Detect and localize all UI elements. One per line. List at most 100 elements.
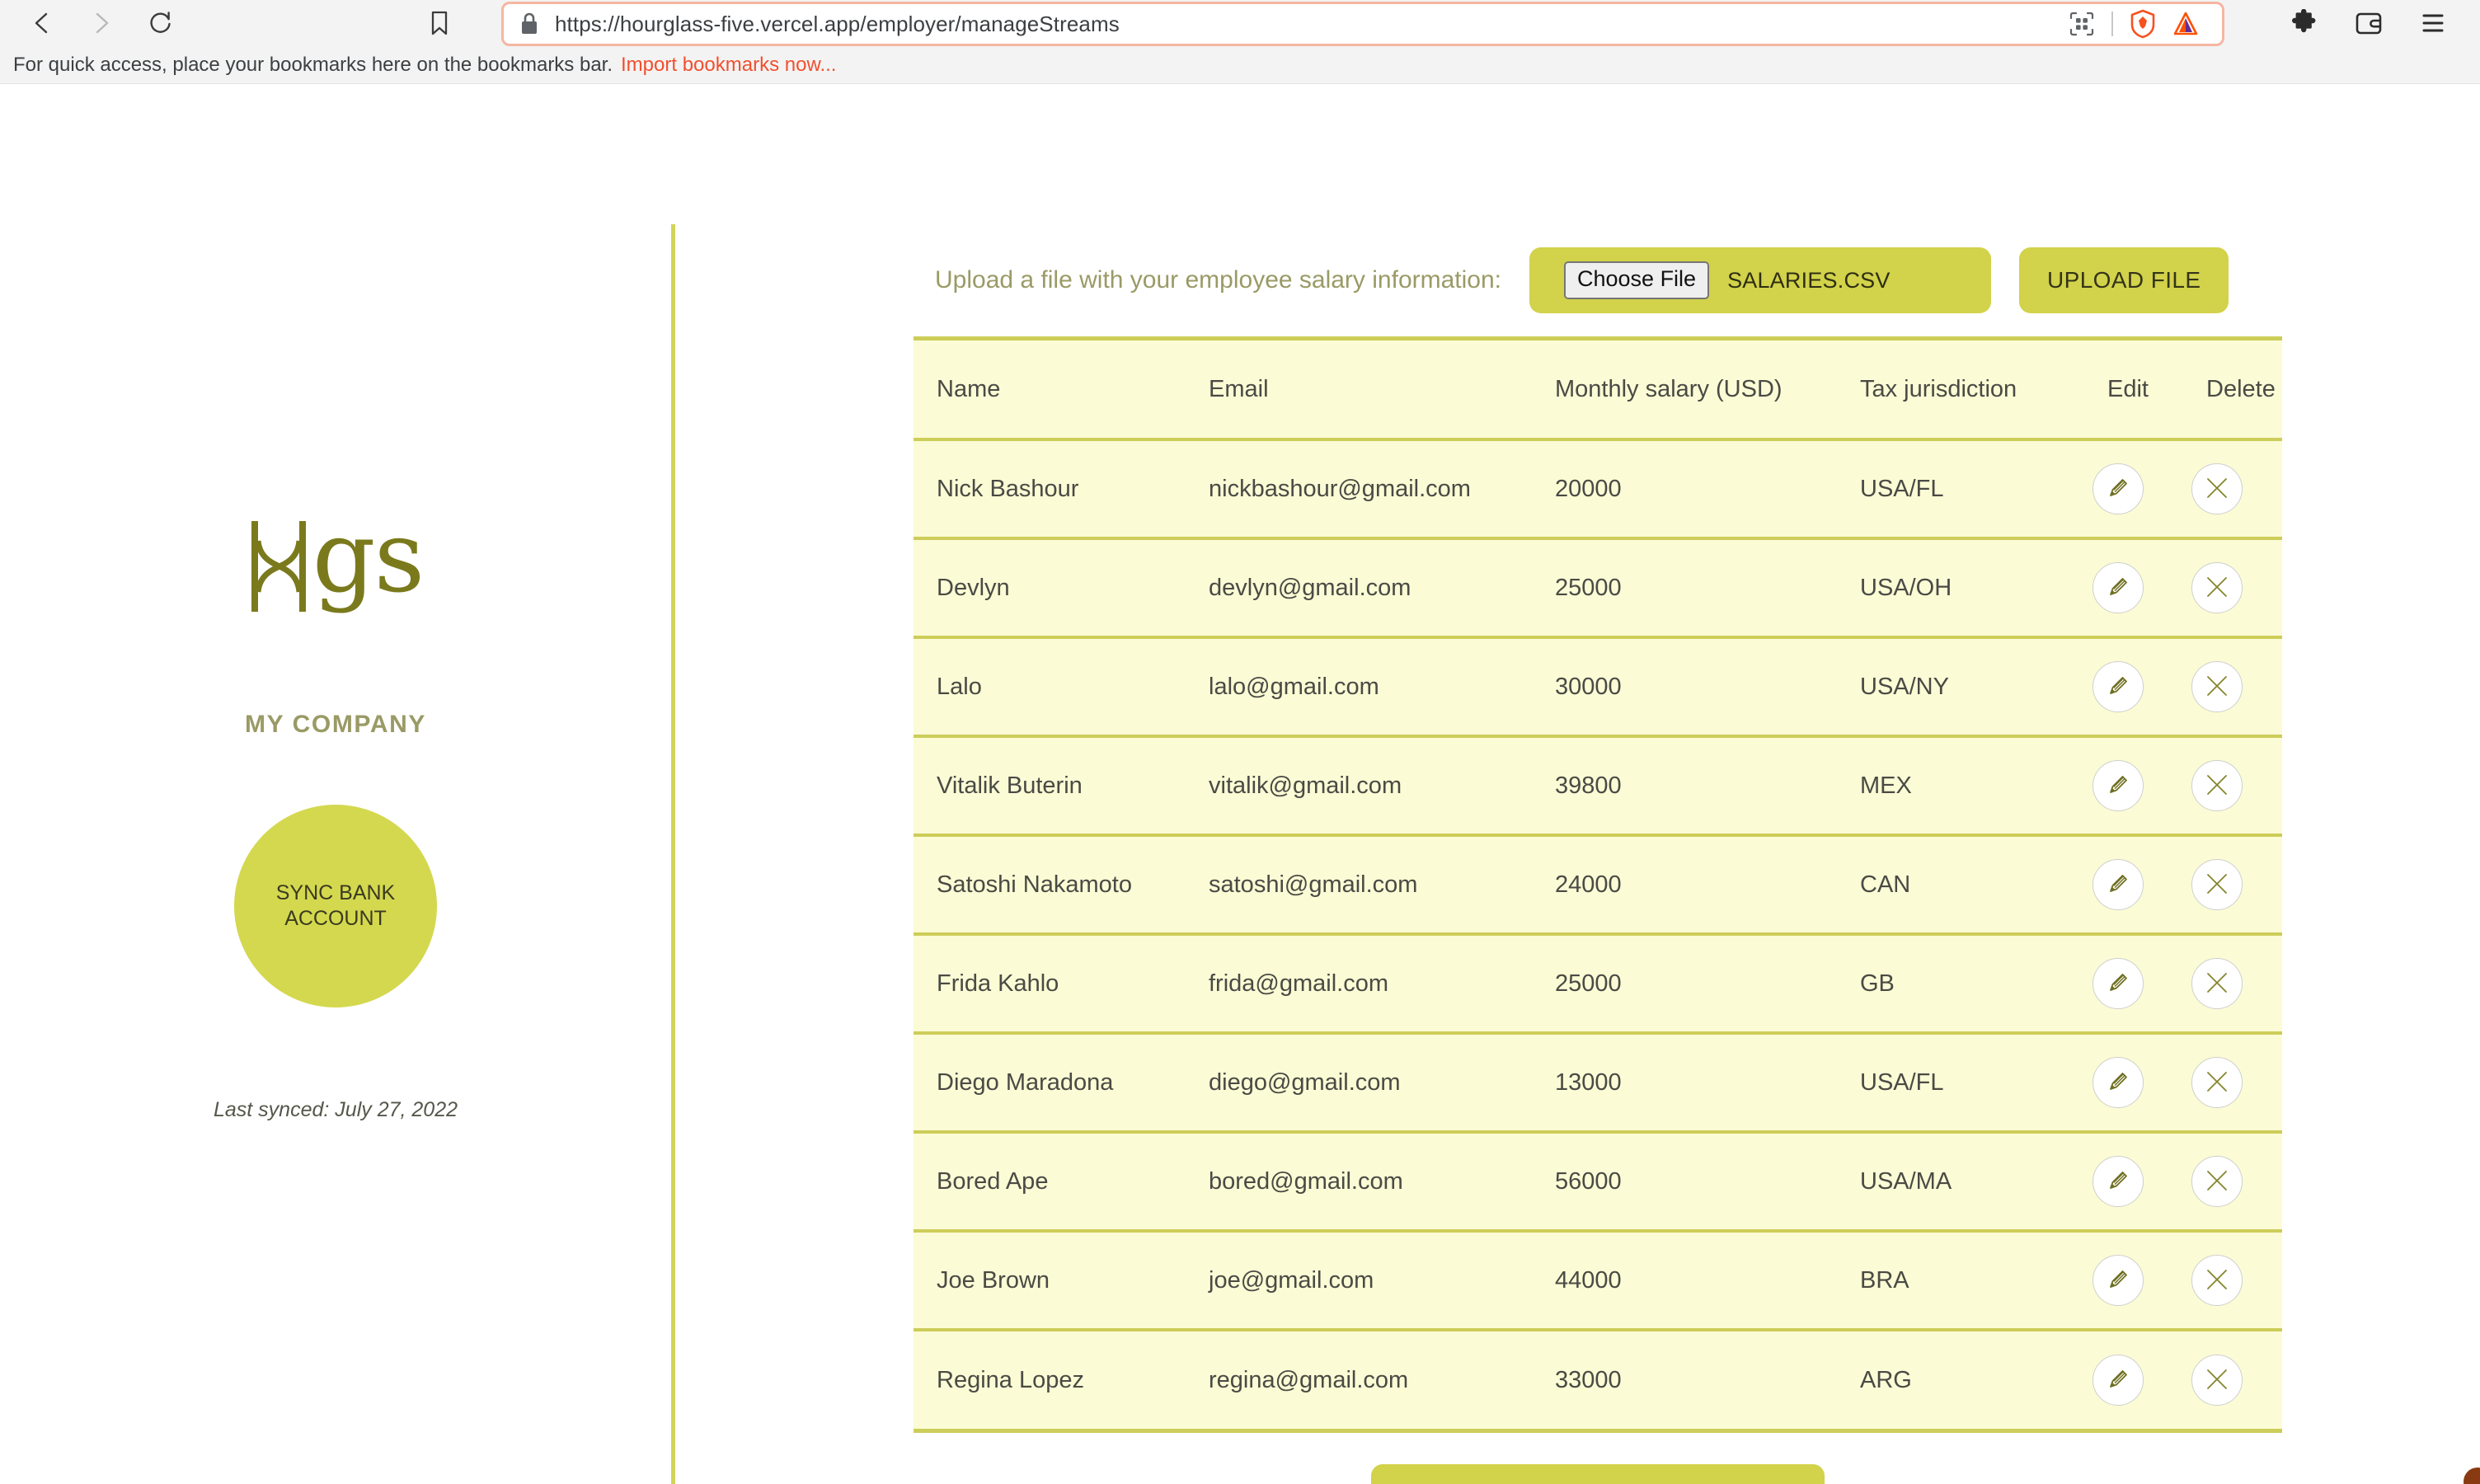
cell-tax: USA/MA [1837, 1132, 2084, 1233]
edit-row-button[interactable] [2092, 1255, 2144, 1306]
choose-file-button[interactable]: Choose File [1564, 261, 1710, 299]
pencil-icon [2104, 1365, 2132, 1396]
column-header-delete: Delete [2183, 340, 2282, 441]
delete-row-button[interactable] [2191, 463, 2243, 514]
table-row: Joe Brown joe@gmail.com 44000 BRA [914, 1231, 2282, 1331]
edit-row-button[interactable] [2092, 463, 2144, 514]
import-bookmarks-link[interactable]: Import bookmarks now... [621, 54, 836, 77]
lock-icon [519, 12, 540, 36]
brave-shield-icon[interactable] [2121, 4, 2164, 44]
column-header-salary: Monthly salary (USD) [1532, 340, 1837, 441]
cell-edit [2084, 736, 2183, 837]
table-row: Regina Lopez regina@gmail.com 33000 ARG [914, 1330, 2282, 1429]
close-x-icon [2202, 1166, 2232, 1198]
edit-row-button[interactable] [2092, 859, 2144, 910]
table-row: Devlyn devlyn@gmail.com 25000 USA/OH [914, 538, 2282, 639]
table-row: Frida Kahlo frida@gmail.com 25000 GB [914, 934, 2282, 1035]
cell-name: Nick Bashour [914, 439, 1186, 540]
cell-delete [2183, 439, 2282, 540]
cell-delete [2183, 1033, 2282, 1134]
cell-salary: 25000 [1532, 934, 1837, 1035]
cell-email: joe@gmail.com [1186, 1231, 1532, 1331]
cell-tax: GB [1837, 934, 2084, 1035]
delete-row-button[interactable] [2191, 562, 2243, 613]
cell-delete [2183, 1132, 2282, 1233]
navigation-buttons [26, 7, 176, 39]
cell-salary: 25000 [1532, 538, 1837, 639]
edit-row-button[interactable] [2092, 1156, 2144, 1207]
pencil-icon [2104, 1266, 2132, 1296]
selected-file-name: SALARIES.CSV [1727, 267, 1891, 293]
hourglass-h-icon [248, 518, 311, 613]
delete-row-button[interactable] [2191, 958, 2243, 1009]
delete-row-button[interactable] [2191, 859, 2243, 910]
column-header-edit: Edit [2084, 340, 2183, 441]
cell-name: Vitalik Buterin [914, 736, 1186, 837]
menu-hamburger-icon[interactable] [2416, 6, 2450, 40]
cell-name: Satoshi Nakamoto [914, 835, 1186, 936]
edit-row-button[interactable] [2092, 661, 2144, 712]
cell-tax: ARG [1860, 1366, 1912, 1393]
table-row: Nick Bashour nickbashour@gmail.com 20000 US… [914, 439, 2282, 540]
table-body: Nick Bashour nickbashour@gmail.com 20000 US… [914, 439, 2282, 1429]
delete-row-button[interactable] [2191, 1255, 2243, 1306]
cell-delete [2183, 538, 2282, 639]
edit-row-button[interactable] [2092, 958, 2144, 1009]
edit-row-button[interactable] [2092, 760, 2144, 811]
cell-email: diego@gmail.com [1186, 1033, 1532, 1134]
cell-delete [2183, 736, 2282, 837]
main-content: Upload a file with your employee salary … [671, 224, 2480, 1484]
delete-row-button[interactable] [2191, 661, 2243, 712]
cell-salary: 13000 [1532, 1033, 1837, 1134]
edit-row-button[interactable] [2092, 1355, 2144, 1406]
cell-salary: 39800 [1532, 736, 1837, 837]
column-header-name: Name [914, 340, 1186, 441]
delete-row-button[interactable] [2191, 1057, 2243, 1108]
pencil-icon [2104, 771, 2132, 801]
extensions-puzzle-icon[interactable] [2287, 6, 2322, 40]
logo-text: gs [312, 500, 425, 615]
cell-edit [2084, 835, 2183, 936]
bookmarks-bar: For quick access, place your bookmarks h… [0, 46, 2480, 84]
bookmark-icon[interactable] [424, 7, 455, 39]
table-header-row: Name Email Monthly salary (USD) Tax juri… [914, 340, 2282, 441]
cell-tax: CAN [1837, 835, 2084, 936]
table-row: Diego Maradona diego@gmail.com 13000 USA/FL [914, 1033, 2282, 1134]
sync-bank-account-button[interactable]: SYNC BANK ACCOUNT [234, 805, 437, 1007]
bat-token-icon[interactable] [2164, 4, 2207, 44]
cell-edit [2084, 1033, 2183, 1134]
pencil-icon [2104, 1167, 2132, 1197]
edit-row-button[interactable] [2092, 1057, 2144, 1108]
hourglass-logo: gs [248, 500, 425, 636]
cell-name: Diego Maradona [914, 1033, 1186, 1134]
close-x-icon [2202, 1067, 2232, 1099]
table-row: Vitalik Buterin vitalik@gmail.com 39800 MEX [914, 736, 2282, 837]
pencil-icon [2104, 672, 2132, 702]
start-streaming-payments-button[interactable]: START STREAMING PAYMENTS! [1370, 1464, 1825, 1484]
sidebar: gs MY COMPANY SYNC BANK ACCOUNT Last syn… [0, 224, 671, 1122]
cell-tax: USA/NY [1837, 637, 2084, 738]
cell-email: regina@gmail.com [1209, 1366, 1409, 1393]
cell-name: Regina Lopez [937, 1366, 1084, 1393]
cell-name: Lalo [914, 637, 1186, 738]
back-arrow-icon[interactable] [26, 7, 58, 39]
address-bar[interactable]: https://hourglass-five.vercel.app/employ… [501, 2, 2224, 46]
file-input[interactable]: Choose File SALARIES.CSV [1529, 247, 1991, 313]
pencil-icon [2104, 1068, 2132, 1098]
cell-salary: 20000 [1532, 439, 1837, 540]
upload-file-button[interactable]: UPLOAD FILE [2019, 247, 2229, 313]
reload-icon[interactable] [145, 7, 176, 39]
cell-delete [2183, 934, 2282, 1035]
cell-tax: USA/FL [1837, 439, 2084, 540]
delete-row-button[interactable] [2191, 1156, 2243, 1207]
column-header-tax: Tax jurisdiction [1837, 340, 2084, 441]
close-x-icon [2202, 1364, 2232, 1397]
qr-code-icon[interactable] [2060, 4, 2103, 44]
delete-row-button[interactable] [2191, 760, 2243, 811]
omnibox-separator [2111, 12, 2113, 36]
delete-row-button[interactable] [2191, 1355, 2243, 1406]
cell-tax: USA/FL [1837, 1033, 2084, 1134]
edit-row-button[interactable] [2092, 562, 2144, 613]
wallet-icon[interactable] [2351, 6, 2386, 40]
cell-edit [2084, 1231, 2183, 1331]
